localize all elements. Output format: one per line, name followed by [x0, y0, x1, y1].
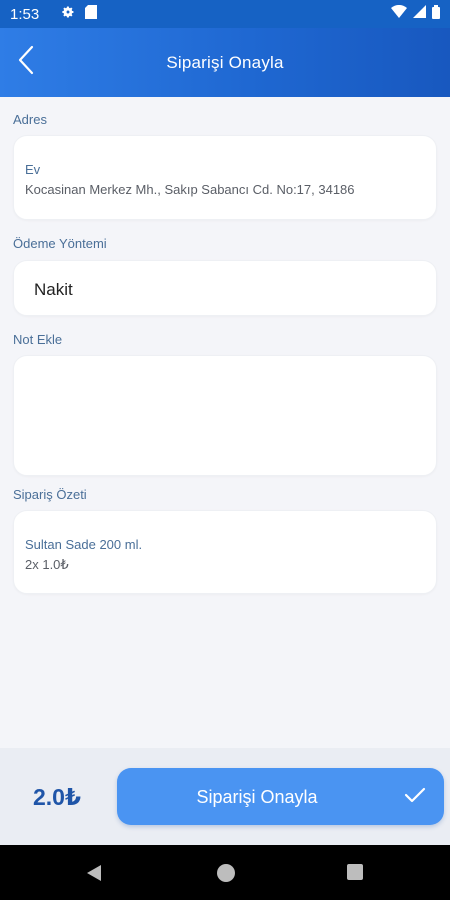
order-confirm-screen: 1:53 Siparişi Onayla Adres Ev Kocasinan …	[0, 0, 450, 900]
status-bar: 1:53	[0, 0, 450, 28]
page-title: Siparişi Onayla	[166, 52, 284, 72]
status-time: 1:53	[10, 5, 40, 23]
back-triangle-icon[interactable]	[85, 863, 105, 883]
address-line: Kocasinan Merkez Mh., Sakıp Sabancı Cd. …	[25, 182, 355, 197]
confirm-order-label: Siparişi Onayla	[196, 787, 318, 807]
summary-label: Sipariş Özeti	[13, 487, 87, 502]
payment-method-value: Nakit	[34, 280, 73, 299]
app-header: Siparişi Onayla	[0, 28, 450, 97]
signal-icon	[413, 5, 426, 23]
item-quantity-price: 2x 1.0₺	[25, 557, 69, 572]
battery-icon	[432, 4, 440, 24]
sd-card-icon	[85, 4, 98, 24]
gear-icon	[61, 5, 75, 24]
recents-square-icon[interactable]	[346, 863, 366, 883]
note-input[interactable]	[14, 356, 436, 475]
order-summary-card: Sultan Sade 200 ml. 2x 1.0₺	[13, 510, 437, 594]
address-card[interactable]: Ev Kocasinan Merkez Mh., Sakıp Sabancı C…	[13, 135, 437, 220]
back-button[interactable]	[8, 42, 44, 82]
address-title: Ev	[25, 162, 41, 177]
payment-label: Ödeme Yöntemi	[13, 236, 107, 251]
chevron-left-icon	[17, 45, 35, 80]
address-label: Adres	[13, 112, 47, 127]
system-nav-bar	[0, 845, 450, 900]
home-circle-icon[interactable]	[216, 863, 236, 883]
wifi-icon	[391, 4, 407, 23]
note-label: Not Ekle	[13, 332, 63, 347]
confirm-order-button[interactable]: Siparişi Onayla	[117, 768, 444, 825]
bottom-bar: 2.0₺ Siparişi Onayla	[0, 748, 450, 845]
payment-method-card[interactable]: Nakit	[13, 260, 437, 316]
note-card	[13, 355, 437, 476]
total-amount: 2.0₺	[33, 784, 81, 810]
check-icon	[404, 786, 426, 807]
item-name: Sultan Sade 200 ml.	[25, 537, 143, 552]
